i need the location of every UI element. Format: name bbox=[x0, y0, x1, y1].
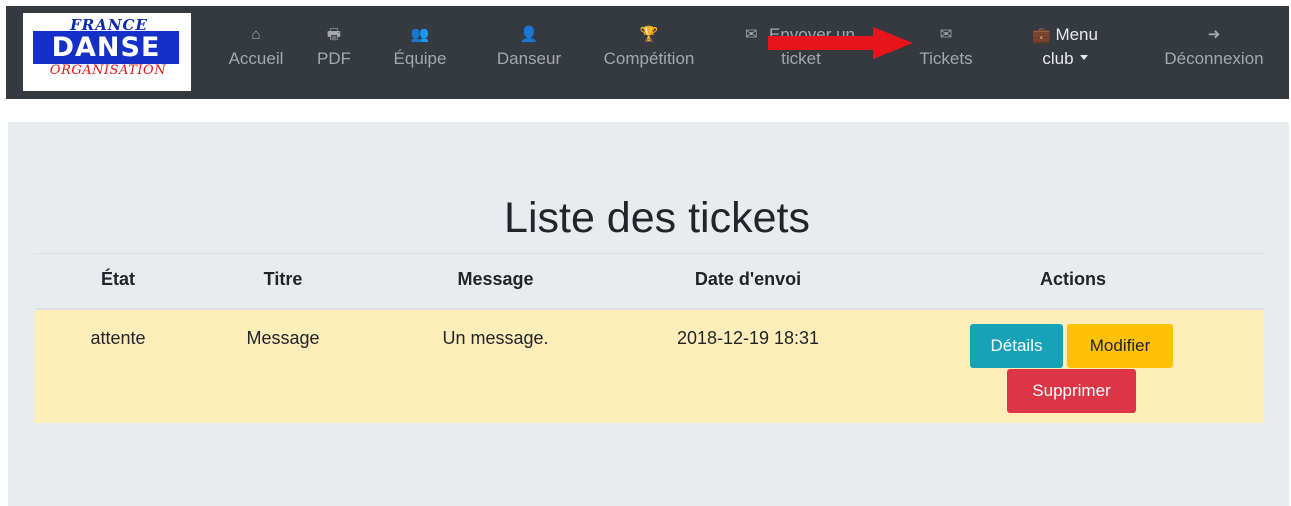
brand-logo[interactable]: FRANCE DANSE ORGANISATION bbox=[23, 13, 191, 91]
table-header-etat: État bbox=[100, 269, 135, 289]
logo-line-organisation: ORGANISATION bbox=[49, 63, 167, 78]
logo-line-danse: DANSE bbox=[33, 31, 179, 64]
nav-label-tickets: Tickets bbox=[919, 49, 973, 68]
nav-label-menu: Menu bbox=[1055, 25, 1098, 44]
nav-item-tickets[interactable]: ✉ Tickets bbox=[910, 24, 982, 84]
users-icon: 👥 bbox=[410, 26, 430, 43]
navbar: FRANCE DANSE ORGANISATION ⌂ Accueil 🖶 PD… bbox=[6, 6, 1289, 99]
tickets-panel: Liste des tickets État Titre Message Dat… bbox=[8, 122, 1289, 506]
table-header-actions: Actions bbox=[1039, 269, 1106, 289]
nav-item-equipe[interactable]: 👥 Équipe bbox=[380, 24, 460, 84]
nav-label-club: club bbox=[1042, 49, 1074, 68]
nav-label-deconnexion: Déconnexion bbox=[1164, 49, 1264, 68]
sign-out-icon: ➜ bbox=[1207, 26, 1221, 43]
title-divider bbox=[34, 253, 1264, 254]
cell-titre: Message bbox=[246, 328, 320, 348]
nav-label-pdf: PDF bbox=[317, 49, 351, 68]
nav-item-deconnexion[interactable]: ➜ Déconnexion bbox=[1152, 24, 1276, 84]
nav-item-pdf[interactable]: 🖶 PDF bbox=[311, 24, 357, 84]
chevron-down-icon bbox=[1079, 55, 1088, 60]
details-button[interactable]: Détails bbox=[970, 324, 1063, 368]
nav-item-danseur[interactable]: 👤 Danseur bbox=[482, 24, 576, 84]
nav-item-accueil[interactable]: ⌂ Accueil bbox=[216, 24, 296, 84]
nav-label-accueil: Accueil bbox=[228, 49, 284, 68]
nav-label-danseur: Danseur bbox=[496, 49, 562, 68]
modifier-button[interactable]: Modifier bbox=[1067, 324, 1173, 368]
cell-date: 2018-12-19 18:31 bbox=[676, 328, 820, 348]
cell-message: Un message. bbox=[442, 328, 549, 348]
red-arrow-annotation bbox=[768, 27, 913, 59]
cell-etat: attente bbox=[90, 328, 146, 348]
nav-label-competition: Compétition bbox=[603, 49, 695, 68]
nav-item-menu-club-dropdown[interactable]: 💼 Menu club bbox=[1021, 24, 1109, 84]
nav-label-equipe: Équipe bbox=[393, 49, 447, 68]
nav-item-competition[interactable]: 🏆 Compétition bbox=[585, 24, 713, 84]
printer-icon: 🖶 bbox=[326, 26, 342, 43]
supprimer-button[interactable]: Supprimer bbox=[1007, 369, 1136, 413]
table-header-date: Date d'envoi bbox=[694, 269, 802, 289]
envelope-icon: ✉ bbox=[939, 26, 953, 43]
user-edit-icon: 👤 bbox=[519, 26, 539, 43]
trophy-icon: 🏆 bbox=[639, 26, 659, 43]
table-header-titre: Titre bbox=[263, 269, 303, 289]
nav-menu-line2: club bbox=[1021, 46, 1109, 72]
home-icon: ⌂ bbox=[251, 26, 261, 43]
table-header-message: Message bbox=[457, 269, 534, 289]
page-title: Liste des tickets bbox=[504, 194, 810, 242]
nav-menu-line1: 💼 Menu bbox=[1021, 24, 1109, 46]
briefcase-icon: 💼 bbox=[1032, 27, 1051, 44]
